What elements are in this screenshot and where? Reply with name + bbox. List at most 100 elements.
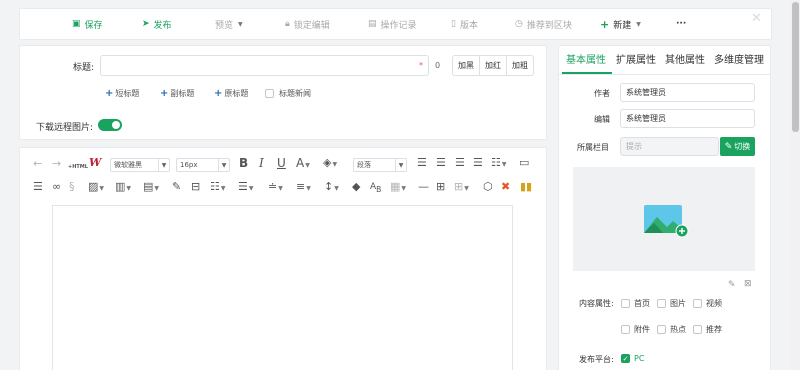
font-size-select[interactable]: 16px ▼ bbox=[176, 158, 230, 172]
save-icon: ▣ bbox=[72, 18, 81, 29]
unordered-list-icon[interactable]: ☰▼ bbox=[238, 181, 254, 195]
content-attr-label: 内容属性: bbox=[579, 299, 614, 308]
required-mark: * bbox=[419, 61, 423, 70]
tab-basic-props[interactable]: 基本属性 bbox=[566, 51, 606, 66]
attr-video-checkbox[interactable]: 视频 bbox=[693, 298, 722, 309]
eraser-icon[interactable]: ◆ bbox=[352, 181, 360, 193]
recommend-block-button[interactable]: ◷ 推荐到区块 bbox=[515, 17, 572, 31]
font-family-select[interactable]: 微软雅黑 ▼ bbox=[110, 158, 170, 172]
new-button[interactable]: + 新建 ▼ bbox=[600, 17, 641, 31]
style-red-button[interactable]: 加红 bbox=[480, 56, 507, 75]
delete-thumbnail-icon[interactable]: ⊠ bbox=[744, 279, 752, 289]
html5-icon[interactable]: ⬡ bbox=[483, 181, 493, 193]
chart-icon[interactable]: ▥▼ bbox=[115, 181, 131, 195]
checkbox[interactable] bbox=[265, 89, 274, 98]
html-button[interactable]: +HTML bbox=[68, 161, 88, 173]
download-remote-toggle[interactable] bbox=[98, 119, 122, 131]
editor-content-area[interactable] bbox=[52, 205, 513, 370]
add-short-title-link[interactable]: + 短标题 bbox=[105, 88, 139, 99]
bold-icon[interactable]: B bbox=[239, 157, 248, 169]
paragraph-select[interactable]: 段落 ▼ bbox=[353, 158, 407, 172]
underline-icon[interactable]: U bbox=[277, 157, 286, 169]
template-icon[interactable]: ▤▼ bbox=[143, 181, 159, 195]
lock-edit-button[interactable]: 🔒︎ 锁定编辑 bbox=[285, 17, 330, 31]
font-color-icon[interactable]: A▼ bbox=[296, 157, 310, 172]
title-style-group: 加黑 加红 加粗 bbox=[452, 55, 534, 76]
download-remote-label: 下载远程图片: bbox=[36, 123, 94, 133]
document-icon: ▯ bbox=[451, 18, 456, 29]
attr-hot-checkbox[interactable]: 热点 bbox=[657, 324, 686, 335]
plus-icon: + bbox=[160, 88, 169, 99]
redo-icon[interactable]: → bbox=[52, 158, 61, 170]
horizontal-rule-icon[interactable]: — bbox=[418, 181, 429, 193]
title-input[interactable]: * bbox=[100, 55, 429, 76]
align-justify-icon[interactable]: ☰ bbox=[473, 157, 483, 169]
align-left-icon[interactable]: ☰ bbox=[417, 157, 427, 169]
row-spacing-icon[interactable]: ↕▼ bbox=[324, 181, 339, 195]
title-label: 标题: bbox=[73, 63, 95, 73]
column-input[interactable]: 提示 bbox=[620, 137, 719, 156]
active-tab-indicator bbox=[562, 72, 612, 74]
edit-thumbnail-icon[interactable]: ✎ bbox=[728, 280, 736, 290]
attr-recommend-checkbox[interactable]: 推荐 bbox=[693, 324, 722, 335]
ordered-list-icon[interactable]: ☷▼ bbox=[210, 181, 226, 195]
align-center-icon[interactable]: ☰ bbox=[436, 157, 446, 169]
align-right-icon[interactable]: ☰ bbox=[455, 157, 465, 169]
undo-icon[interactable]: ← bbox=[33, 158, 42, 170]
table-icon[interactable]: ⊞ bbox=[436, 181, 445, 193]
platform-label: 发布平台: bbox=[579, 355, 614, 364]
close-icon[interactable]: ✕ bbox=[751, 11, 762, 26]
scrollbar-thumb[interactable] bbox=[792, 2, 799, 132]
editor-input[interactable]: 系统管理员 bbox=[620, 109, 755, 128]
style-bold-button[interactable]: 加粗 bbox=[507, 56, 533, 75]
indent-right-icon[interactable]: ☰ bbox=[33, 181, 43, 193]
title-char-count: 0 bbox=[435, 61, 441, 70]
add-image-icon bbox=[644, 205, 689, 238]
publish-button[interactable]: ➤ 发布 bbox=[142, 17, 172, 31]
platform-pc-checkbox[interactable]: ✓ PC bbox=[621, 354, 644, 363]
save-button[interactable]: ▣ 保存 bbox=[72, 17, 103, 31]
check-icon: ✓ bbox=[621, 354, 630, 363]
pen-icon[interactable]: ✎ bbox=[172, 181, 181, 193]
lock-icon: 🔒︎ bbox=[285, 18, 290, 29]
edit-icon: ✎ bbox=[724, 141, 733, 152]
operation-log-button[interactable]: ▤ 操作记录 bbox=[368, 17, 417, 31]
fullscreen-icon[interactable]: ▭ bbox=[519, 157, 529, 169]
tab-multi-dimension[interactable]: 多维度管理 bbox=[714, 51, 764, 66]
title-news-checkbox[interactable]: 标题新闻 bbox=[265, 88, 311, 99]
text-case-icon[interactable]: AB bbox=[370, 181, 381, 196]
bg-color-icon[interactable]: ◈▼ bbox=[323, 157, 337, 171]
version-button[interactable]: ▯ 版本 bbox=[451, 17, 478, 31]
format-painter-icon[interactable]: W bbox=[89, 157, 101, 169]
author-label: 作者 bbox=[594, 89, 610, 98]
table-ops-icon[interactable]: ⊞▼ bbox=[454, 181, 469, 195]
tab-other-props[interactable]: 其他属性 bbox=[665, 51, 705, 66]
author-input[interactable]: 系统管理员 bbox=[620, 83, 755, 102]
unlink-icon[interactable]: § bbox=[69, 181, 75, 193]
page-break-icon[interactable]: ⊟ bbox=[191, 181, 200, 193]
add-original-title-link[interactable]: + 原标题 bbox=[214, 88, 248, 99]
puzzle-icon[interactable]: ✖ bbox=[501, 181, 510, 193]
plus-icon: + bbox=[214, 88, 223, 99]
table-style-icon[interactable]: ▦▼ bbox=[390, 181, 406, 195]
more-button[interactable]: ··· bbox=[676, 17, 686, 31]
line-spacing-icon[interactable]: ≐▼ bbox=[268, 181, 283, 195]
attr-image-checkbox[interactable]: 图片 bbox=[657, 298, 686, 309]
palette-icon[interactable]: ▮▮ bbox=[520, 181, 532, 193]
preview-button[interactable]: 预览 ▼ bbox=[215, 17, 243, 31]
chevron-down-icon: ▼ bbox=[395, 159, 406, 171]
chevron-down-icon: ▼ bbox=[218, 159, 229, 171]
italic-icon[interactable]: I bbox=[259, 157, 264, 169]
plus-icon: + bbox=[600, 17, 610, 31]
image-icon[interactable]: ▨▼ bbox=[88, 181, 104, 195]
paragraph-spacing-icon[interactable]: ≡▼ bbox=[296, 181, 311, 195]
attr-attachment-checkbox[interactable]: 附件 bbox=[621, 324, 650, 335]
chevron-down-icon: ▼ bbox=[238, 20, 243, 28]
style-black-button[interactable]: 加黑 bbox=[453, 56, 480, 75]
add-subtitle-link[interactable]: + 副标题 bbox=[160, 88, 194, 99]
attr-home-checkbox[interactable]: 首页 bbox=[621, 298, 650, 309]
switch-column-button[interactable]: ✎ 切换 bbox=[720, 137, 755, 156]
link-icon[interactable]: ∞ bbox=[52, 181, 61, 193]
indent-icon[interactable]: ☷▼ bbox=[491, 157, 507, 171]
tab-extended-props[interactable]: 扩展属性 bbox=[616, 51, 656, 66]
